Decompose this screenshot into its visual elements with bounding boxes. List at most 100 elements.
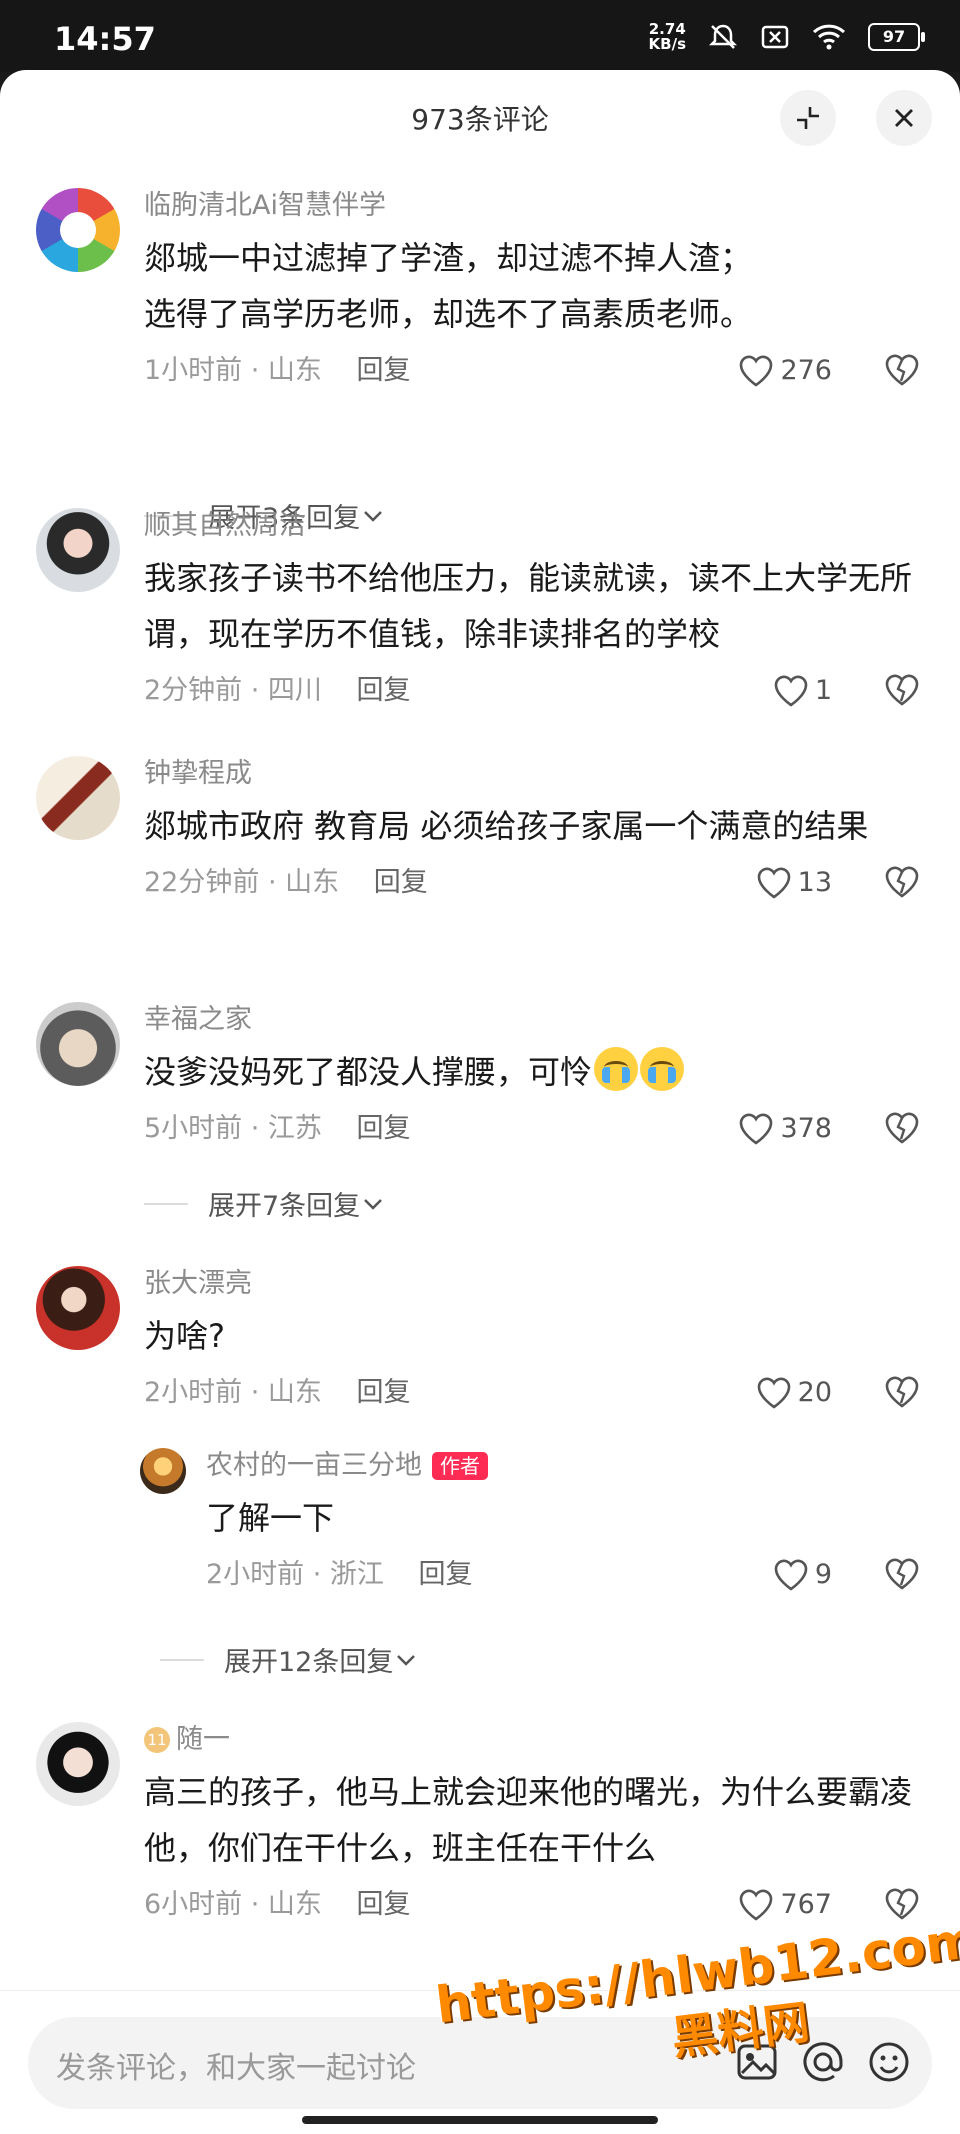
- comment-meta: 2小时前 · 浙江 回复 9: [206, 1550, 920, 1600]
- comment-body: 幸福之家 没爹没妈死了都没人撑腰，可怜 5小时前 · 江苏 回复 378: [144, 1002, 920, 1154]
- expand-replies-button[interactable]: 展开12条回复: [160, 1640, 419, 1679]
- dislike-button[interactable]: [884, 1111, 920, 1162]
- comment-meta: 2分钟前 · 四川 回复 1: [144, 666, 920, 716]
- comment-meta: 2小时前 · 山东 回复 20: [144, 1368, 920, 1418]
- heart-icon: [740, 355, 773, 387]
- reply-button[interactable]: 回复: [357, 1880, 411, 1930]
- dislike-button[interactable]: [884, 353, 920, 404]
- heart-icon: [740, 1889, 773, 1921]
- comment-body: 顺其自然周洁 我家孩子读书不给他压力，能读就读，读不上大学无所谓，现在学历不值钱…: [144, 508, 920, 716]
- collapse-icon: [797, 107, 819, 129]
- reply-button[interactable]: 回复: [374, 858, 428, 908]
- comment-sheet: 973条评论 临朐清北Ai智慧伴学 郯城一中过滤掉了学渣，却过滤不掉人渣； 选得…: [0, 70, 960, 2134]
- close-button[interactable]: [876, 90, 932, 146]
- like-button[interactable]: 767: [738, 1880, 832, 1930]
- dislike-button[interactable]: [884, 865, 920, 916]
- avatar[interactable]: [140, 1448, 186, 1494]
- author-badge: 作者: [432, 1452, 488, 1480]
- sheet-header: 973条评论: [0, 70, 960, 162]
- expand-replies-button[interactable]: 展开7条回复: [144, 1184, 386, 1223]
- username[interactable]: 临朐清北Ai智慧伴学: [144, 188, 920, 224]
- home-indicator[interactable]: [302, 2116, 658, 2124]
- dislike-button[interactable]: [884, 1375, 920, 1426]
- time-location: 2分钟前 · 四川: [144, 675, 322, 706]
- comment-text: 为啥?: [144, 1317, 225, 1355]
- comment-text: 了解一下: [206, 1499, 335, 1537]
- chevron-down-icon: [364, 1198, 383, 1210]
- comment-body: 钟挚程成 郯城市政府 教育局 必须给孩子家属一个满意的结果 22分钟前 · 山东…: [144, 756, 920, 908]
- level-badge: 11: [144, 1727, 170, 1753]
- crying-emoji: [640, 1047, 685, 1091]
- broken-heart-icon: [885, 354, 919, 386]
- username[interactable]: 张大漂亮: [144, 1266, 920, 1302]
- reply-button[interactable]: 回复: [357, 346, 411, 396]
- reply-button[interactable]: 回复: [357, 666, 411, 716]
- like-button[interactable]: 276: [738, 346, 832, 396]
- chevron-down-icon: [397, 1654, 416, 1666]
- comment-text: 高三的孩子，他马上就会迎来他的曙光，为什么要霸凌他，你们在干什么，班主任在干什么: [144, 1773, 913, 1867]
- like-button[interactable]: 9: [773, 1550, 832, 1600]
- broken-heart-icon: [885, 1376, 919, 1408]
- close-icon: [895, 109, 913, 127]
- username[interactable]: 顺其自然周洁: [144, 508, 920, 544]
- comment-meta: 5小时前 · 江苏 回复 378: [144, 1104, 920, 1154]
- time-location: 2小时前 · 浙江: [206, 1559, 384, 1590]
- comment-body: 11 随一 高三的孩子，他马上就会迎来他的曙光，为什么要霸凌他，你们在干什么，班…: [144, 1722, 920, 1930]
- avatar[interactable]: [36, 756, 120, 840]
- time-location: 5小时前 · 江苏: [144, 1113, 322, 1144]
- avatar[interactable]: [36, 508, 120, 592]
- status-bar: 14:57 2.74 KB/s 97: [0, 0, 960, 72]
- comment-body: 张大漂亮 为啥? 2小时前 · 山东 回复 20: [144, 1266, 920, 1418]
- like-count: 13: [797, 867, 832, 898]
- like-count: 276: [780, 355, 832, 386]
- broken-heart-icon: [885, 1112, 919, 1144]
- like-count: 20: [797, 1377, 832, 1408]
- comment-text: 我家孩子读书不给他压力，能读就读，读不上大学无所谓，现在学历不值钱，除非读排名的…: [144, 559, 913, 653]
- username[interactable]: 农村的一亩三分地 作者: [206, 1448, 920, 1484]
- dislike-button[interactable]: [884, 673, 920, 724]
- comment-text: 没爹没妈死了都没人撑腰，可怜: [144, 1044, 920, 1100]
- wifi-icon: [812, 24, 846, 50]
- like-count: 9: [814, 1559, 832, 1590]
- like-button[interactable]: 20: [756, 1368, 832, 1418]
- heart-icon: [740, 1113, 773, 1145]
- comment-text: 郯城一中过滤掉了学渣，却过滤不掉人渣； 选得了高学历老师，却选不了高素质老师。: [144, 239, 753, 333]
- heart-icon: [774, 675, 808, 707]
- comment-meta: 22分钟前 · 山东 回复 13: [144, 858, 920, 908]
- comment-meta: 1小时前 · 山东 回复 276: [144, 346, 920, 396]
- network-speed: 2.74 KB/s: [648, 20, 686, 53]
- heart-icon: [757, 1377, 790, 1409]
- reply-button[interactable]: 回复: [357, 1368, 411, 1418]
- status-time: 14:57: [54, 20, 156, 58]
- comment-body: 临朐清北Ai智慧伴学 郯城一中过滤掉了学渣，却过滤不掉人渣； 选得了高学历老师，…: [144, 188, 920, 396]
- collapse-button[interactable]: [780, 90, 836, 146]
- like-button[interactable]: 1: [773, 666, 832, 716]
- broken-heart-icon: [885, 1888, 919, 1920]
- time-location: 2小时前 · 山东: [144, 1377, 322, 1408]
- like-count: 1: [814, 675, 832, 706]
- avatar[interactable]: [36, 1722, 120, 1806]
- reply-button[interactable]: 回复: [419, 1550, 473, 1600]
- like-button[interactable]: 378: [738, 1104, 832, 1154]
- avatar[interactable]: [36, 188, 120, 272]
- comment-meta: 6小时前 · 山东 回复 767: [144, 1880, 920, 1930]
- status-icons: 2.74 KB/s 97: [648, 20, 925, 53]
- like-count: 378: [780, 1113, 832, 1144]
- like-button[interactable]: 13: [756, 858, 832, 908]
- username[interactable]: 11 随一: [144, 1722, 920, 1758]
- mute-bell-icon: [708, 24, 738, 49]
- reply-button[interactable]: 回复: [357, 1104, 411, 1154]
- username[interactable]: 幸福之家: [144, 1002, 920, 1038]
- avatar[interactable]: [36, 1002, 120, 1086]
- dislike-button[interactable]: [884, 1557, 920, 1608]
- broken-heart-icon: [885, 866, 919, 898]
- broken-heart-icon: [885, 674, 919, 706]
- heart-icon: [774, 1559, 808, 1591]
- heart-icon: [757, 867, 790, 899]
- battery-indicator: 97: [868, 23, 925, 51]
- username[interactable]: 钟挚程成: [144, 756, 920, 792]
- avatar[interactable]: [36, 1266, 120, 1350]
- sim-disabled-icon: [761, 25, 789, 49]
- input-placeholder: 发条评论，和大家一起讨论: [56, 2051, 416, 2086]
- comment-text: 郯城市政府 教育局 必须给孩子家属一个满意的结果: [144, 807, 869, 845]
